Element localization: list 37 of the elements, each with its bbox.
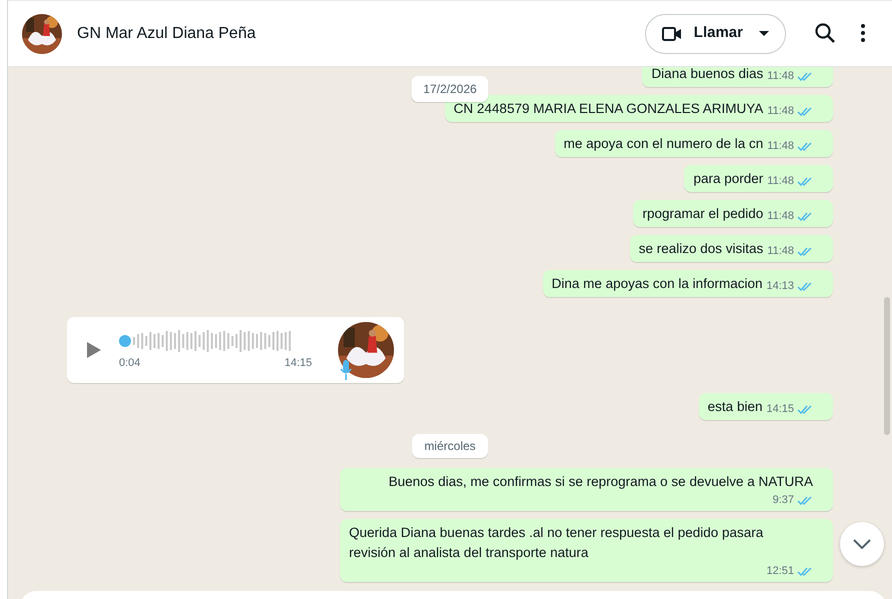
message-text: CN 2448579 MARIA ELENA GONZALES ARIMUYA — [454, 100, 764, 118]
message-time: 11:48 — [767, 104, 794, 119]
message-time: 14:15 — [284, 356, 312, 371]
message-time: 12:51 — [766, 564, 794, 579]
message-time: 11:48 — [767, 139, 794, 154]
message-text: se realizo dos visitas — [638, 240, 764, 258]
message-time: 11:48 — [767, 209, 794, 224]
message-text: Dina me apoyas con la informacion — [552, 275, 762, 293]
message-text: me apoya con el numero de la cn — [564, 135, 764, 153]
message-text: esta bien — [708, 398, 762, 416]
contact-avatar[interactable] — [22, 14, 62, 54]
date-chip: miércoles — [412, 434, 488, 458]
scroll-down-button[interactable] — [840, 522, 884, 566]
call-button[interactable]: Llamar — [644, 14, 786, 54]
message-time: 9:37 — [772, 493, 794, 508]
message-text: para porder — [693, 170, 764, 188]
scrollbar-thumb[interactable] — [884, 297, 890, 435]
message-text: Buenos dias, me confirmas si se reprograma o se devuelve a NATURA — [388, 473, 813, 491]
caret-icon — [759, 31, 769, 36]
message-text: Diana buenos dias — [651, 67, 764, 83]
message-time: 14:15 — [766, 402, 794, 417]
message-text: Querida Diana buenas tardes .al no tener respuesta el pedido pasara revisión al analista del transporte natura — [349, 524, 764, 562]
progress-dot[interactable] — [119, 334, 131, 347]
date-chip: 17/2/2026 — [411, 76, 489, 102]
voice-duration: 0:04 — [119, 356, 140, 371]
search-icon — [814, 22, 836, 44]
message-time: 14:13 — [766, 279, 794, 294]
menu-icon — [860, 23, 866, 44]
message-time: 11:48 — [767, 244, 794, 259]
message-text: rpogramar el pedido — [642, 205, 764, 223]
message-time: 11:48 — [767, 174, 794, 189]
message-time: 11:48 — [767, 69, 794, 84]
microphone-icon — [340, 360, 352, 380]
play-icon[interactable] — [87, 342, 101, 358]
chevron-down-icon — [853, 539, 871, 549]
contact-name: GN Mar Azul Diana Peña — [77, 24, 256, 44]
video-camera-icon — [662, 26, 682, 40]
